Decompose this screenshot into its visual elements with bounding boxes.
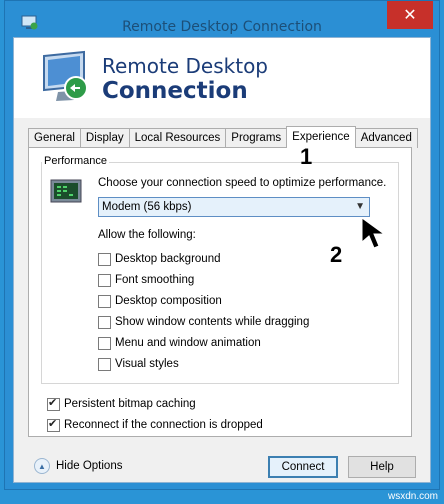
option-show-window-contents[interactable]: Show window contents while dragging (98, 314, 309, 330)
option-label: Font smoothing (115, 274, 195, 286)
hide-options-button[interactable]: ▲ Hide Options (34, 458, 122, 474)
reconnect-label: Reconnect if the connection is dropped (64, 419, 263, 431)
performance-monitor-icon (50, 179, 82, 203)
close-button[interactable]: ✕ (387, 1, 433, 29)
option-label: Desktop background (115, 253, 221, 265)
tab-advanced[interactable]: Advanced (354, 128, 418, 148)
connection-speed-select[interactable]: Modem (56 kbps) ▼ (98, 197, 370, 217)
checkbox[interactable] (98, 336, 111, 350)
connect-button[interactable]: Connect (268, 456, 338, 478)
window-title: Remote Desktop Connection (122, 19, 322, 35)
option-visual-styles[interactable]: Visual styles (98, 356, 179, 372)
persistent-label: Persistent bitmap caching (64, 398, 196, 410)
tab-display[interactable]: Display (79, 128, 130, 148)
checkbox[interactable] (98, 273, 111, 287)
option-menu-animation[interactable]: Menu and window animation (98, 335, 261, 351)
checkbox[interactable] (98, 294, 111, 308)
performance-group-title: Performance (42, 155, 109, 167)
option-label: Desktop composition (115, 295, 222, 307)
dialog-body: Remote Desktop Connection General Displa… (13, 37, 431, 483)
tab-strip: General Display Local Resources Programs… (28, 126, 418, 148)
help-button[interactable]: Help (348, 456, 416, 478)
tab-experience[interactable]: Experience (286, 126, 356, 148)
checkbox[interactable] (98, 252, 111, 266)
checkbox[interactable] (47, 417, 60, 432)
tab-programs[interactable]: Programs (225, 128, 288, 148)
chevron-down-icon[interactable]: ▼ (355, 198, 365, 216)
persistent-bitmap-caching[interactable]: Persistent bitmap caching (47, 396, 196, 412)
performance-group: Performance Choose your connection speed… (41, 155, 399, 384)
option-label: Show window contents while dragging (115, 316, 310, 328)
remote-desktop-logo-icon (43, 50, 88, 101)
option-desktop-background[interactable]: Desktop background (98, 251, 220, 267)
banner-title-line2: Connection (102, 78, 248, 104)
cursor-arrow-icon (361, 217, 386, 249)
option-label: Visual styles (115, 358, 179, 370)
tab-general[interactable]: General (28, 128, 81, 148)
checkbox[interactable] (98, 315, 111, 329)
allow-label: Allow the following: (98, 229, 196, 241)
watermark: wsxdn.com (387, 491, 438, 502)
banner: Remote Desktop Connection (14, 38, 430, 118)
connection-speed-value: Modem (56 kbps) (102, 201, 192, 213)
tab-local-resources[interactable]: Local Resources (128, 128, 227, 148)
reconnect-if-dropped[interactable]: Reconnect if the connection is dropped (47, 417, 263, 433)
checkbox[interactable] (98, 357, 111, 371)
option-font-smoothing[interactable]: Font smoothing (98, 272, 194, 288)
experience-panel: Performance Choose your connection speed… (28, 147, 412, 437)
option-desktop-composition[interactable]: Desktop composition (98, 293, 222, 309)
checkbox[interactable] (47, 396, 60, 411)
option-label: Menu and window animation (115, 337, 261, 349)
chevron-up-icon: ▲ (34, 458, 50, 474)
annotation-2: 2 (330, 242, 343, 267)
title-bar[interactable]: Remote Desktop Connection ✕ (5, 1, 439, 37)
connection-speed-label: Choose your connection speed to optimize… (98, 177, 387, 189)
hide-options-label: Hide Options (56, 460, 123, 472)
banner-title-line1: Remote Desktop (102, 54, 269, 78)
